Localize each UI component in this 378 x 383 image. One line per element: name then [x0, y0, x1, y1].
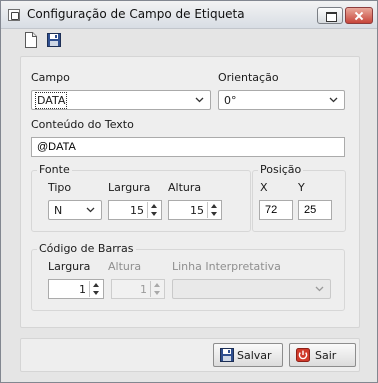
fonte-group: Fonte Tipo Largura Altura N 15 15	[31, 163, 251, 232]
fonte-altura-spinner[interactable]: 15	[168, 200, 222, 220]
campo-select[interactable]: DATA	[31, 90, 211, 110]
save-button-label: Salvar	[237, 349, 272, 362]
exit-button-label: Sair	[315, 349, 337, 362]
linha-interpretativa-label: Linha Interpretativa	[172, 260, 281, 273]
spinner-arrows-icon[interactable]	[150, 281, 163, 297]
barras-altura-value: 1	[140, 283, 147, 296]
barras-largura-value: 1	[79, 283, 86, 296]
save-floppy-icon	[220, 348, 234, 362]
x-label: X	[260, 181, 268, 194]
title-bar: Configuração de Campo de Etiqueta	[1, 1, 377, 29]
y-label: Y	[298, 181, 305, 194]
posicao-legend: Posição	[258, 163, 304, 176]
chevron-down-icon	[195, 97, 204, 103]
linha-interpretativa-select[interactable]	[172, 279, 331, 299]
barras-legend: Código de Barras	[37, 242, 136, 255]
chevron-down-icon	[315, 286, 324, 292]
new-document-icon[interactable]	[24, 32, 38, 48]
conteudo-input[interactable]	[31, 137, 345, 157]
fonte-largura-label: Largura	[108, 181, 151, 194]
fonte-legend: Fonte	[37, 163, 72, 176]
orientacao-value: 0°	[224, 94, 237, 107]
save-button[interactable]: Salvar	[213, 343, 283, 367]
close-button[interactable]	[345, 7, 373, 24]
orientacao-label: Orientação	[218, 71, 279, 84]
tipo-label: Tipo	[48, 181, 72, 194]
posicao-group: Posição X Y	[252, 163, 346, 232]
campo-label: Campo	[31, 71, 70, 84]
form-panel: Campo DATA Orientação 0° Conteúdo do Tex…	[20, 56, 360, 328]
app-icon	[8, 9, 20, 21]
dialog-window: Configuração de Campo de Etiqueta Campo …	[0, 0, 378, 383]
barras-altura-label: Altura	[108, 260, 142, 273]
barras-group: Código de Barras Largura Altura Linha In…	[31, 242, 345, 311]
tipo-select[interactable]: N	[48, 200, 102, 220]
y-input[interactable]	[298, 200, 332, 220]
conteudo-label: Conteúdo do Texto	[31, 118, 134, 131]
chevron-down-icon	[329, 97, 338, 103]
campo-value: DATA	[34, 92, 68, 109]
spinner-arrows-icon[interactable]	[89, 281, 102, 297]
barras-largura-label: Largura	[48, 260, 91, 273]
barras-altura-spinner[interactable]: 1	[111, 279, 165, 299]
x-input[interactable]	[259, 200, 293, 220]
tipo-value: N	[54, 204, 63, 217]
orientacao-select[interactable]: 0°	[218, 90, 345, 110]
power-exit-icon	[296, 348, 310, 362]
save-floppy-icon[interactable]	[47, 33, 61, 49]
fonte-largura-spinner[interactable]: 15	[108, 200, 162, 220]
fonte-altura-label: Altura	[168, 181, 202, 194]
chevron-down-icon	[86, 207, 95, 213]
spinner-arrows-icon[interactable]	[207, 202, 220, 218]
barras-largura-spinner[interactable]: 1	[48, 279, 104, 299]
window-title: Configuração de Campo de Etiqueta	[27, 7, 245, 21]
fonte-altura-value: 15	[190, 204, 204, 217]
maximize-button[interactable]	[317, 7, 343, 24]
fonte-largura-value: 15	[130, 204, 144, 217]
exit-button[interactable]: Sair	[289, 343, 356, 367]
spinner-arrows-icon[interactable]	[147, 202, 160, 218]
